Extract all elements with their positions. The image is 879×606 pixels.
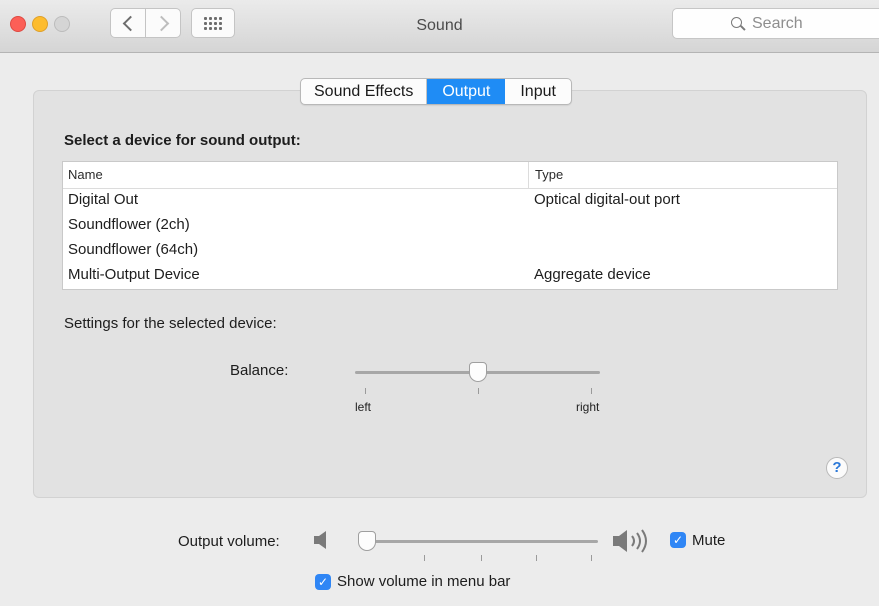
help-button[interactable]: ?	[826, 457, 848, 479]
title-bar: Sound Search	[0, 0, 879, 53]
column-header-type[interactable]: Type	[529, 162, 837, 188]
table-row[interactable]: Multi-Output Device Aggregate device	[63, 264, 837, 289]
output-volume-label: Output volume:	[178, 533, 280, 550]
device-name: Soundflower (64ch)	[68, 241, 199, 258]
output-panel	[33, 90, 867, 498]
slider-tick	[536, 555, 537, 561]
column-header-name[interactable]: Name	[63, 162, 529, 188]
tab-sound-effects[interactable]: Sound Effects	[301, 79, 428, 104]
show-volume-label: Show volume in menu bar	[337, 573, 511, 590]
balance-slider-knob[interactable]	[469, 362, 487, 382]
device-list-heading: Select a device for sound output:	[64, 132, 301, 149]
table-row[interactable]: Digital Out Optical digital-out port	[63, 189, 837, 214]
output-device-table[interactable]: Name Type Digital Out Optical digital-ou…	[62, 161, 838, 290]
device-name: Soundflower (2ch)	[68, 216, 190, 233]
device-type: Aggregate device	[534, 266, 651, 283]
slider-tick	[481, 555, 482, 561]
volume-slider-knob[interactable]	[358, 531, 376, 551]
tab-input[interactable]: Input	[505, 79, 571, 104]
table-row[interactable]: Soundflower (64ch)	[63, 239, 837, 264]
volume-slider-track[interactable]	[358, 540, 598, 543]
speaker-high-icon	[613, 529, 647, 553]
mute-label: Mute	[692, 532, 726, 549]
table-header: Name Type	[63, 162, 837, 189]
device-name: Multi-Output Device	[68, 266, 200, 283]
mute-checkbox[interactable]: ✓	[670, 532, 686, 548]
device-settings-label: Settings for the selected device:	[64, 315, 277, 332]
slider-tick	[424, 555, 425, 561]
slider-tick	[478, 388, 479, 394]
device-type	[528, 239, 837, 264]
device-name: Digital Out	[68, 191, 139, 208]
device-type	[528, 214, 837, 239]
device-type: Optical digital-out port	[534, 191, 680, 208]
slider-tick	[591, 555, 592, 561]
tab-bar: Sound Effects Output Input	[300, 78, 572, 105]
balance-right-label: right	[576, 400, 600, 414]
slider-tick	[365, 388, 366, 394]
search-field[interactable]: Search	[672, 8, 879, 39]
tab-output[interactable]: Output	[427, 79, 506, 104]
search-icon	[731, 16, 746, 31]
balance-label: Balance:	[230, 362, 289, 379]
table-row[interactable]: Soundflower (2ch)	[63, 214, 837, 239]
show-volume-checkbox[interactable]: ✓	[315, 574, 331, 590]
search-placeholder: Search	[752, 14, 803, 32]
speaker-low-icon	[314, 531, 326, 549]
slider-tick	[591, 388, 592, 394]
balance-left-label: left	[355, 400, 372, 414]
